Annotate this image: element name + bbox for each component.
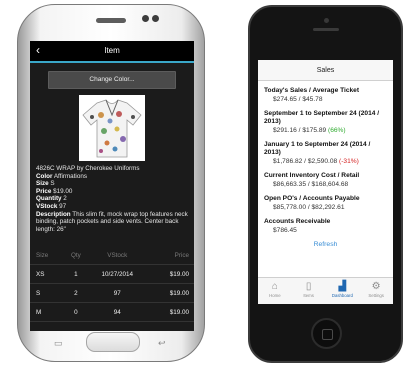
sales-section-receivable: Accounts Receivable $786.45 (264, 218, 387, 235)
change-color-button[interactable]: Change Color... (48, 71, 176, 89)
sensor-icon (152, 15, 159, 22)
gear-icon: ⚙ (371, 281, 381, 292)
dashboard-icon: ▟ (338, 281, 347, 292)
section-label: Today's Sales / Average Ticket (264, 87, 360, 94)
size-cell: XS (30, 264, 66, 284)
front-camera-icon (324, 18, 329, 23)
change-negative: (-31%) (339, 158, 359, 165)
section-value: $86,663.35 / $168,604.68 (273, 181, 349, 188)
qty-cell: 2 (65, 283, 87, 303)
vstock-column-header: VStock (86, 246, 148, 265)
android-screen: ‹ Item Change Color... 4826C WRAP by Che… (30, 41, 194, 331)
section-label: September 1 to September 24 (2014 / 2013… (264, 110, 380, 125)
section-label: Accounts Receivable (264, 218, 331, 225)
sales-section-open-pos: Open PO's / Accounts Payable $85,778.00 … (264, 195, 387, 212)
tab-dashboard[interactable]: ▟ Dashboard (326, 278, 360, 304)
sales-section-january: January 1 to September 24 (2014 / 2013) … (264, 141, 387, 166)
section-label: Current Inventory Cost / Retail (264, 172, 360, 179)
home-icon: ⌂ (271, 281, 278, 292)
table-header-row: Size Qty VStock Price (30, 246, 194, 265)
price-cell: $19.00 (147, 283, 194, 303)
android-phone: ‹ Item Change Color... 4826C WRAP by Che… (17, 4, 205, 362)
product-image (79, 95, 145, 161)
section-value: $786.45 (273, 227, 297, 234)
size-cell: S (30, 283, 66, 303)
section-label: Open PO's / Accounts Payable (264, 195, 360, 202)
section-label: January 1 to September 24 (2014 / 2013) (264, 141, 371, 156)
size-table: Size Qty VStock Price XS 1 10/27/2014 $1… (30, 246, 194, 322)
qty-column-header: Qty (65, 246, 87, 265)
color-row: Color Affirmations (36, 172, 87, 180)
size-column-header: Size (30, 246, 66, 265)
quantity-row: Quantity 2 (36, 195, 67, 203)
size-row: Size S (36, 180, 55, 188)
refresh-button[interactable]: Refresh (264, 241, 387, 248)
tab-bar: ⌂ Home ▯ Items ▟ Dashboard ⚙ Settings (258, 277, 393, 304)
earpiece (313, 28, 339, 31)
front-camera-icon (142, 15, 149, 22)
iphone: Sales Today's Sales / Average Ticket $27… (248, 5, 403, 363)
item-header: ‹ Item (30, 41, 194, 63)
iphone-home-button[interactable] (311, 318, 342, 349)
back-arrow-icon[interactable]: ↩ (158, 338, 166, 349)
price-cell: $19.00 (147, 302, 194, 322)
sales-section-inventory: Current Inventory Cost / Retail $86,663.… (264, 172, 387, 189)
table-row[interactable]: S 2 97 $19.00 (30, 283, 194, 303)
change-positive: (66%) (328, 127, 346, 134)
menu-icon[interactable]: ▭ (54, 338, 63, 349)
section-value: $274.65 / $45.78 (273, 96, 323, 103)
section-value: $1,786.82 / $2,590.08 (-31%) (273, 158, 359, 165)
earpiece (96, 18, 126, 23)
page-title: Item (104, 46, 120, 55)
price-cell: $19.00 (147, 264, 194, 284)
vstock-row: VStock 97 (36, 202, 67, 210)
section-value: $291.16 / $175.89 (66%) (273, 127, 346, 134)
tab-settings[interactable]: ⚙ Settings (359, 278, 393, 304)
vstock-cell: 97 (86, 283, 148, 303)
home-square-icon (322, 329, 333, 340)
size-cell: M (30, 302, 66, 322)
table-row[interactable]: XS 1 10/27/2014 $19.00 (30, 264, 194, 284)
product-title: 4826C WRAP by Cherokee Uniforms (36, 165, 140, 172)
android-home-button[interactable] (86, 332, 140, 352)
qty-cell: 1 (65, 264, 87, 284)
sales-header: Sales (258, 60, 393, 81)
qty-cell: 0 (65, 302, 87, 322)
sales-content: Today's Sales / Average Ticket $274.65 /… (258, 81, 393, 248)
clipboard-icon: ▯ (305, 281, 312, 292)
description-row: Description This slim fit, mock wrap top… (36, 210, 188, 233)
tab-home[interactable]: ⌂ Home (258, 278, 292, 304)
price-column-header: Price (147, 246, 194, 265)
product-details: 4826C WRAP by Cherokee Uniforms Color Af… (30, 161, 194, 233)
vstock-cell: 94 (86, 302, 148, 322)
sales-section-september: September 1 to September 24 (2014 / 2013… (264, 110, 387, 135)
section-value: $85,778.00 / $82,292.61 (273, 204, 345, 211)
tab-items[interactable]: ▯ Items (292, 278, 326, 304)
sales-section-today: Today's Sales / Average Ticket $274.65 /… (264, 87, 387, 104)
price-row: Price $19.00 (36, 187, 73, 195)
table-row[interactable]: M 0 94 $19.00 (30, 302, 194, 322)
iphone-screen: Sales Today's Sales / Average Ticket $27… (258, 60, 393, 304)
vstock-cell: 10/27/2014 (86, 264, 148, 284)
